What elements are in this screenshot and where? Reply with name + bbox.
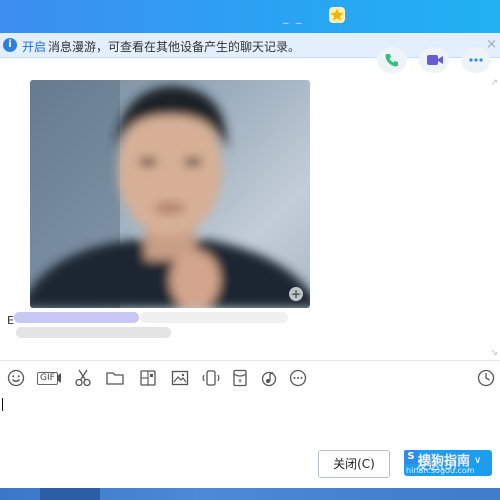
notice-text: 消息漫游，可查看在其他设备产生的聊天记录。 [48, 40, 301, 54]
watermark-logo-icon: S [404, 450, 418, 464]
blurred-portrait [30, 85, 310, 308]
image-icon[interactable] [170, 368, 190, 388]
svg-text:¥: ¥ [238, 378, 242, 385]
sticker-icon[interactable] [138, 368, 158, 388]
info-icon: i [3, 38, 17, 52]
close-button[interactable]: 关闭(C) [318, 450, 390, 478]
gif-camera-icon [55, 368, 75, 388]
folder-icon[interactable] [105, 368, 125, 388]
blurred-sender-tail [140, 312, 288, 323]
blurred-message-line [16, 327, 171, 338]
enable-roaming-link[interactable]: 开启 [22, 38, 46, 55]
red-packet-icon[interactable]: ¥ [230, 368, 250, 388]
zoom-in-icon[interactable]: + [289, 287, 303, 301]
taskbar-strip [0, 488, 500, 500]
contact-name: _ _ [283, 11, 304, 24]
taskbar-tab[interactable] [40, 488, 100, 500]
history-clock-icon[interactable] [476, 368, 496, 388]
input-toolbar: GIF ¥ [0, 368, 500, 390]
shake-icon[interactable] [201, 368, 221, 388]
input-divider [0, 360, 500, 361]
sogou-watermark: S 搜狗指南 hinan.sogou.com [404, 450, 494, 476]
emoji-icon[interactable] [6, 368, 26, 388]
sender-initial: E [7, 314, 14, 327]
title-bar: _ _ [0, 0, 500, 33]
message-input[interactable] [0, 392, 500, 444]
music-icon[interactable] [259, 368, 279, 388]
scissors-icon[interactable] [73, 368, 93, 388]
watermark-url: hinan.sogou.com [406, 466, 475, 475]
close-notice-icon[interactable]: × [486, 37, 497, 52]
blurred-sender-line [14, 312, 139, 323]
collapse-arrow-icon[interactable]: ↘ [490, 348, 498, 358]
received-photo[interactable] [30, 80, 310, 308]
more-icon[interactable] [288, 368, 308, 388]
star-badge-icon [329, 7, 345, 23]
